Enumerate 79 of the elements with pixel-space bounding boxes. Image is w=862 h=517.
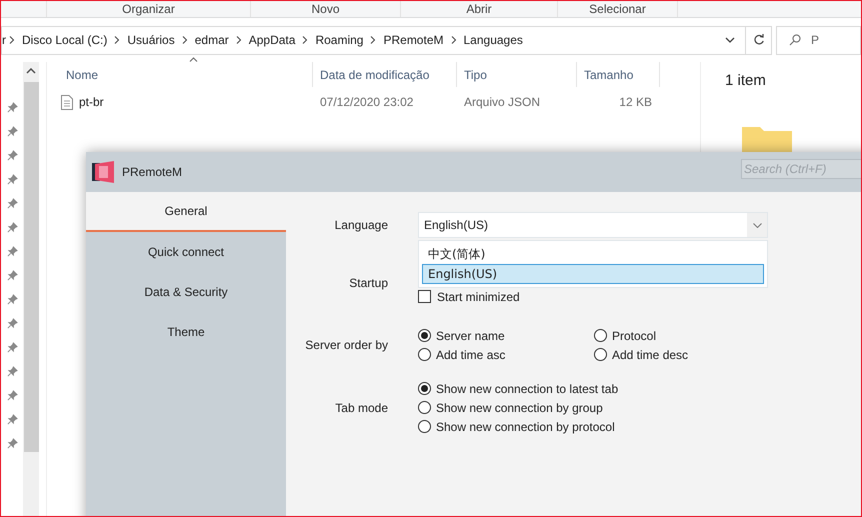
radio-label: Show new connection to latest tab <box>436 380 618 398</box>
radio-button[interactable] <box>418 382 431 395</box>
chevron-icon <box>182 36 188 44</box>
column-header[interactable]: Tipo <box>464 66 487 84</box>
pin-icon[interactable] <box>6 390 18 401</box>
caret-icon <box>752 222 762 228</box>
radio-label: Add time desc <box>612 346 688 364</box>
breadcrumb[interactable]: Disco Local (C:) <box>18 31 112 49</box>
radio-label: Show new connection by group <box>436 400 603 416</box>
pin-icon[interactable] <box>6 414 18 425</box>
pin-icon[interactable] <box>6 102 18 113</box>
pin-icon[interactable] <box>6 342 18 353</box>
ribbon-group-label: Selecionar <box>589 1 646 17</box>
breadcrumb[interactable]: Roaming <box>311 31 368 49</box>
radio-button[interactable] <box>418 329 431 342</box>
chevron-icon <box>450 36 456 44</box>
radio-label: Show new connection by protocol <box>436 418 615 436</box>
column-header[interactable]: Tamanho <box>584 66 634 84</box>
file-size: 12 KB <box>618 94 653 111</box>
radio-button[interactable] <box>594 329 607 342</box>
breadcrumb[interactable]: edmar <box>190 31 233 49</box>
window-title: PRemoteM <box>122 164 182 181</box>
ribbon-group-label: Novo <box>311 1 340 17</box>
search-icon <box>789 34 801 46</box>
pin-icon[interactable] <box>6 294 18 305</box>
chevron-icon <box>9 36 15 44</box>
dropdown-option[interactable]: English(US) <box>422 264 764 284</box>
pin-icon[interactable] <box>6 150 18 161</box>
radio-button[interactable] <box>418 348 431 361</box>
pin-icon[interactable] <box>6 366 18 377</box>
file-modified: 07/12/2020 23:02 <box>319 94 414 111</box>
sort-up-icon <box>189 57 198 62</box>
scrollbar-thumb[interactable] <box>24 82 38 452</box>
dropdown-caret-icon[interactable] <box>725 37 735 43</box>
chevron-icon <box>302 36 308 44</box>
column-header[interactable]: Nome <box>66 66 98 84</box>
chevron-icon <box>236 36 242 44</box>
sidebar-tab[interactable]: General <box>86 192 286 232</box>
breadcrumb[interactable]: r <box>2 31 6 49</box>
pin-icon[interactable] <box>6 246 18 257</box>
language-dropdown[interactable]: English(US) <box>418 212 768 238</box>
refresh-icon[interactable] <box>752 34 764 46</box>
radio-button[interactable] <box>594 348 607 361</box>
chevron-icon <box>370 36 376 44</box>
checkbox-label: Start minimized <box>437 288 520 306</box>
dropdown-option[interactable]: 中文(简体) <box>422 244 764 264</box>
item-count: 1 item <box>725 71 767 91</box>
breadcrumb[interactable]: AppData <box>244 31 300 49</box>
column-header[interactable]: Data de modificação <box>320 66 430 84</box>
breadcrumb[interactable]: Languages <box>460 31 527 49</box>
address-bar[interactable]: r Disco Local (C:) Usuários edmar AppData Roaming PRemoteM Languages <box>1 26 772 54</box>
pin-icon[interactable] <box>6 126 18 137</box>
pin-icon[interactable] <box>6 270 18 281</box>
field-label: Startup <box>348 275 388 292</box>
breadcrumb[interactable]: PRemoteM <box>379 31 448 49</box>
pin-icon[interactable] <box>6 198 18 209</box>
field-label: Server order by <box>304 337 388 354</box>
pin-icon[interactable] <box>6 222 18 233</box>
file-name[interactable]: pt-br <box>79 93 104 111</box>
scroll-up-icon[interactable] <box>26 68 36 74</box>
pin-icon[interactable] <box>6 174 18 185</box>
breadcrumb[interactable]: Usuários <box>123 31 179 49</box>
radio-label: Protocol <box>612 328 656 344</box>
pin-icon[interactable] <box>6 438 18 449</box>
radio-label: Server name <box>436 328 505 344</box>
field-label: Tab mode <box>334 400 388 416</box>
ribbon-group-label: Organizar <box>122 1 175 17</box>
search-field[interactable]: P <box>776 26 861 54</box>
chevron-icon <box>114 36 120 44</box>
field-label: Language <box>334 217 388 234</box>
file-type: Arquivo JSON <box>463 94 542 111</box>
radio-button[interactable] <box>418 401 431 414</box>
radio-label: Add time asc <box>436 346 506 364</box>
app-logo-icon <box>92 161 116 183</box>
ribbon-group-label: Abrir <box>466 1 492 17</box>
file-icon <box>61 94 73 110</box>
checkbox[interactable] <box>418 290 431 303</box>
pin-icon[interactable] <box>6 318 18 329</box>
radio-button[interactable] <box>418 420 431 433</box>
